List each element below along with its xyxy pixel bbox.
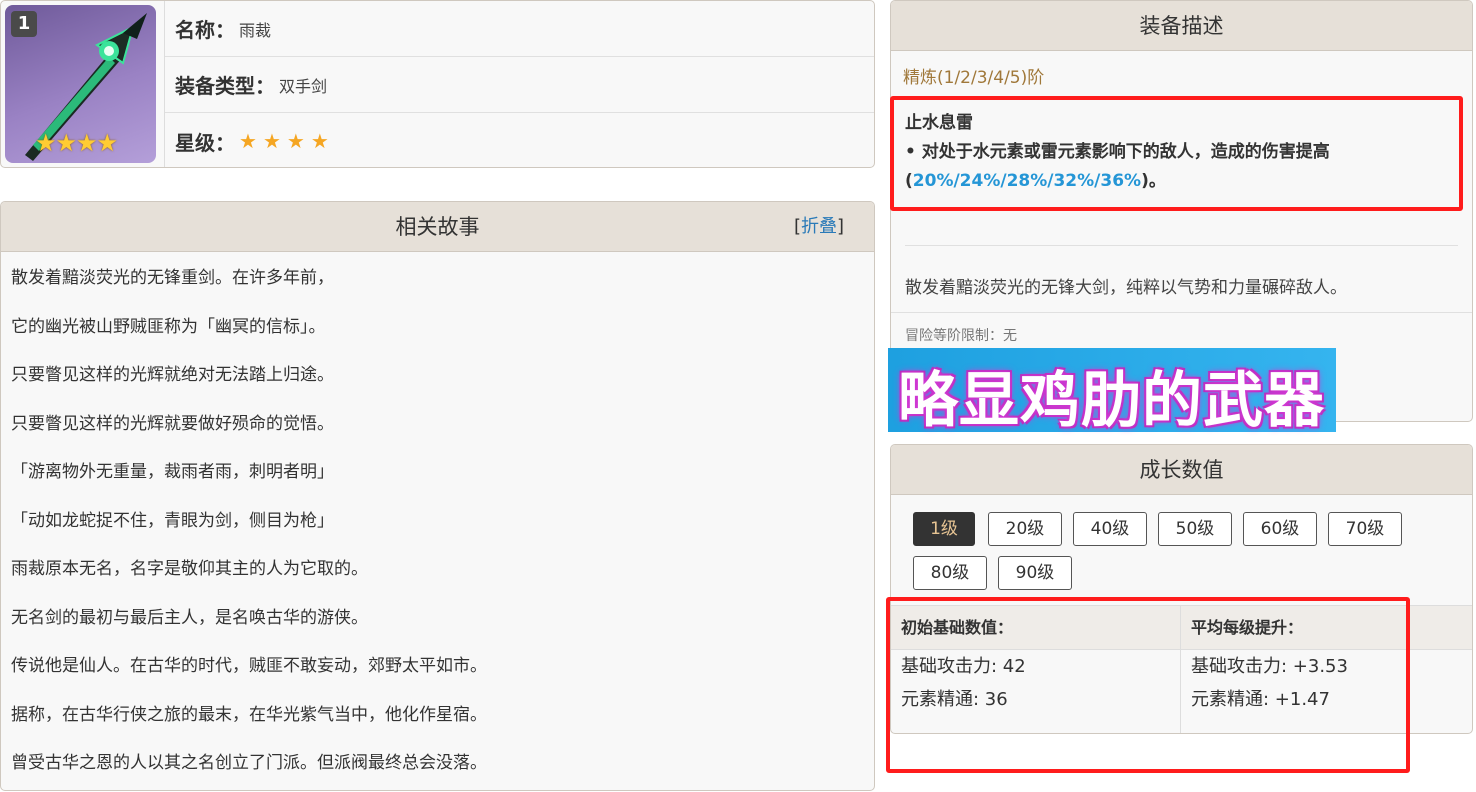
level-button[interactable]: 70级 xyxy=(1328,512,1402,546)
adventure-rank-limit: 冒险等阶限制：无 xyxy=(905,328,1017,344)
fold-bracket-close: ] xyxy=(836,216,844,237)
thumb-rarity-stars: ★★★★ xyxy=(35,129,118,157)
star-icon: ★ xyxy=(310,129,329,153)
refinement-label: 精炼(1/2/3/4/5)阶 xyxy=(903,68,1045,88)
story-line: 无名剑的最初与最后主人，是名唤古华的游侠。 xyxy=(11,607,368,628)
story-line: 雨裁原本无名，名字是敬仰其主的人为它取的。 xyxy=(11,559,368,579)
story-text: 散发着黯淡荧光的无锋重剑。在许多年前， 它的幽光被山野贼匪称为「幽冥的信标」。 只要… xyxy=(1,252,874,790)
overlay-caption: 略显鸡肋的武器 xyxy=(898,366,1325,436)
fold-toggle: [折叠] xyxy=(794,202,844,252)
star-icon: ★ xyxy=(262,129,281,153)
name-row: 名称： 雨裁 xyxy=(165,1,874,57)
level-button[interactable]: 90级 xyxy=(998,556,1072,590)
fold-link[interactable]: 折叠 xyxy=(801,216,837,237)
rarity-label: 星级： xyxy=(175,130,235,155)
description-title: 装备描述 xyxy=(1139,14,1224,38)
overlay-caption-banner: 略显鸡肋的武器 xyxy=(888,348,1336,436)
divider xyxy=(891,312,1472,313)
level-button[interactable]: 40级 xyxy=(1073,512,1147,546)
level-button[interactable]: 60级 xyxy=(1243,512,1317,546)
name-value: 雨裁 xyxy=(239,20,272,40)
story-line: 只要瞥见这样的光辉就要做好殒命的觉悟。 xyxy=(11,413,334,434)
rarity-row: 星级： ★ ★ ★ ★ xyxy=(165,113,874,167)
story-line: 传说他是仙人。在古华的时代，贼匪不敢妄动，郊野太平如市。 xyxy=(11,656,487,676)
rarity-stars: ★ ★ ★ ★ xyxy=(239,129,335,153)
description-header: 装备描述 xyxy=(891,1,1472,51)
star-icon: ★ xyxy=(239,129,257,153)
story-line: 它的幽光被山野贼匪称为「幽冥的信标」。 xyxy=(11,316,326,337)
story-line: 只要瞥见这样的光辉就绝对无法踏上归途。 xyxy=(11,365,334,385)
story-panel: 相关故事 [折叠] 散发着黯淡荧光的无锋重剑。在许多年前， 它的幽光被山野贼匪称为… xyxy=(0,201,875,791)
type-label: 装备类型： xyxy=(175,74,275,98)
story-header: 相关故事 [折叠] xyxy=(1,202,874,252)
weapon-info-card: 1 ★★★★ 名称： 雨裁 装备类型： 双手剑 星级： ★ ★ ★ ★ xyxy=(0,0,875,168)
annotation-box-passive xyxy=(890,96,1463,211)
refinement-rank-badge: 1 xyxy=(11,11,37,37)
type-row: 装备类型： 双手剑 xyxy=(165,57,874,113)
divider xyxy=(905,245,1458,246)
weapon-image: 1 ★★★★ xyxy=(5,5,156,163)
fold-bracket-open: [ xyxy=(793,216,801,237)
growth-title: 成长数值 xyxy=(1139,458,1224,482)
level-button[interactable]: 50级 xyxy=(1158,512,1232,546)
star-icon: ★ xyxy=(286,129,305,153)
level-button[interactable]: 80级 xyxy=(913,556,987,590)
story-line: 据称，在古华行侠之旅的最末，在华光紫气当中，他化作星宿。 xyxy=(11,704,487,725)
annotation-box-stats xyxy=(886,597,1410,773)
story-line: 「动如龙蛇捉不住，青眼为剑，侧目为枪」 xyxy=(11,510,334,531)
growth-header: 成长数值 xyxy=(891,445,1472,495)
story-title: 相关故事 xyxy=(395,215,480,239)
name-label: 名称： xyxy=(175,18,235,42)
level-button[interactable]: 20级 xyxy=(988,512,1062,546)
story-line: 散发着黯淡荧光的无锋重剑。在许多年前， xyxy=(11,268,334,288)
story-line: 曾受古华之恩的人以其之名创立了门派。但派阀最终总会没落。 xyxy=(11,753,487,773)
flavor-text: 散发着黯淡荧光的无锋大剑，纯粹以气势和力量碾碎敌人。 xyxy=(905,278,1347,298)
type-value: 双手剑 xyxy=(279,76,328,96)
story-line: 「游离物外无重量，裁雨者雨，刺明者明」 xyxy=(11,462,334,482)
info-rows: 名称： 雨裁 装备类型： 双手剑 星级： ★ ★ ★ ★ xyxy=(164,1,874,167)
level-button[interactable]: 1级 xyxy=(913,512,975,546)
